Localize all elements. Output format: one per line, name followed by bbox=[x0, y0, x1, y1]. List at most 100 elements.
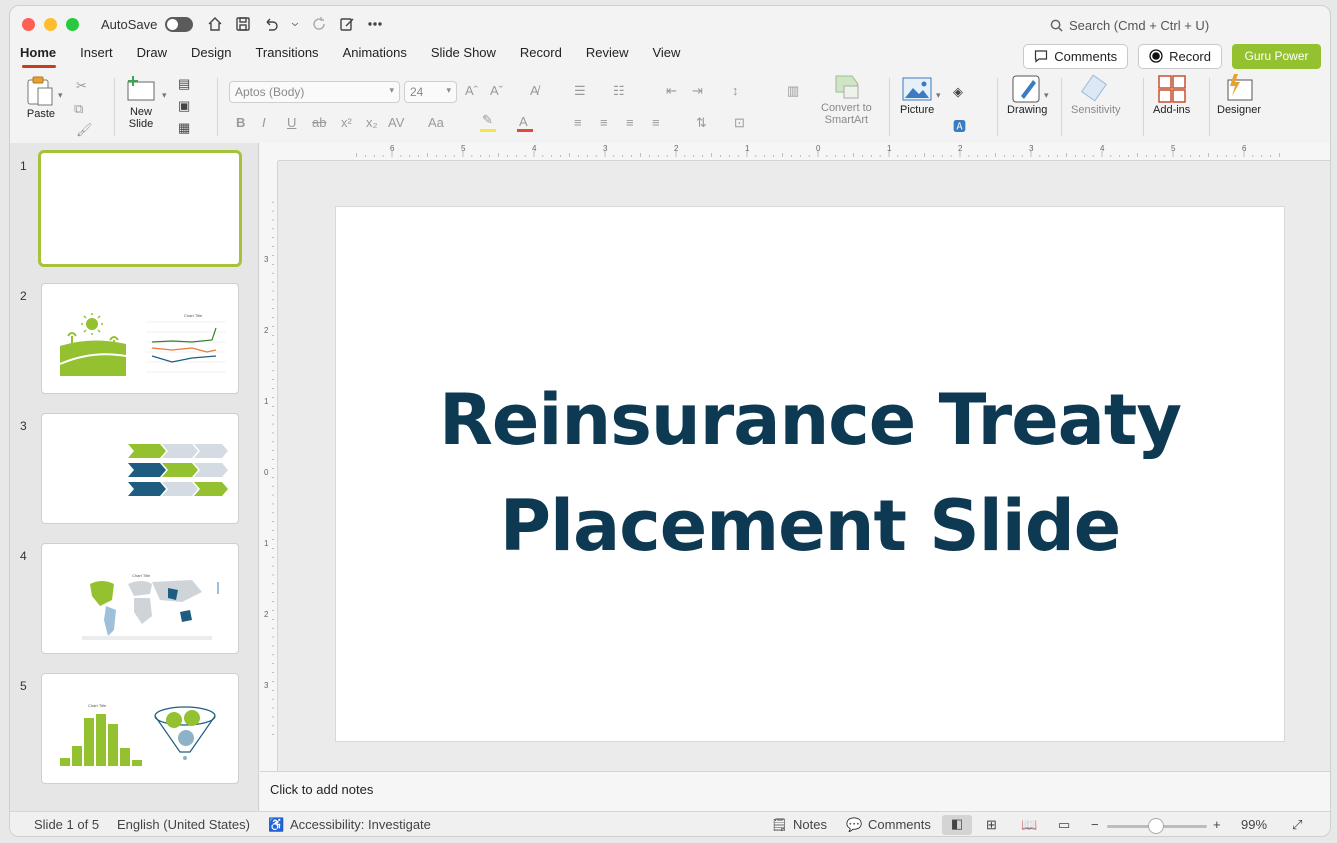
minimize-window-button[interactable] bbox=[44, 17, 57, 31]
clear-formatting-icon[interactable]: A̸ bbox=[530, 83, 539, 98]
add-ins-button[interactable]: Add-ins bbox=[1153, 74, 1190, 116]
justify-icon[interactable]: ≡ bbox=[652, 115, 660, 130]
normal-view-icon[interactable]: ◧ bbox=[942, 815, 972, 835]
line-spacing-icon[interactable]: ↕ bbox=[732, 83, 739, 98]
slideshow-icon[interactable]: ▭ bbox=[1058, 817, 1070, 833]
bold-icon[interactable]: B bbox=[236, 115, 245, 130]
designer-button[interactable]: Designer bbox=[1217, 74, 1261, 116]
comments-toggle-label[interactable]: Comments bbox=[868, 817, 931, 832]
align-left-icon[interactable]: ≡ bbox=[574, 115, 582, 130]
notes-toggle-label[interactable]: Notes bbox=[793, 817, 827, 832]
strikethrough-icon[interactable]: ab bbox=[312, 115, 326, 130]
bullets-icon[interactable]: ☰ bbox=[574, 83, 586, 99]
tab-design[interactable]: Design bbox=[179, 42, 243, 70]
accessibility-icon[interactable]: ♿ bbox=[268, 817, 284, 833]
font-size-field[interactable]: 24 ▾ bbox=[404, 81, 457, 103]
fit-to-window-icon[interactable]: ⤢ bbox=[1292, 817, 1302, 833]
decrease-indent-icon[interactable]: ⇤ bbox=[666, 83, 677, 99]
copy-icon[interactable]: ⧉ bbox=[74, 101, 83, 117]
slide-title[interactable]: Reinsurance Treaty Placement Slide bbox=[336, 367, 1284, 579]
align-right-icon[interactable]: ≡ bbox=[626, 115, 634, 130]
home-icon[interactable] bbox=[207, 16, 223, 32]
section-icon[interactable]: ▦ bbox=[178, 120, 190, 136]
comments-button[interactable]: Comments bbox=[1023, 43, 1129, 69]
character-spacing-icon[interactable]: AV bbox=[388, 115, 404, 130]
new-slide-button[interactable]: New Slide bbox=[125, 74, 157, 130]
tab-transitions[interactable]: Transitions bbox=[243, 42, 330, 70]
zoom-level[interactable]: 99% bbox=[1241, 817, 1267, 832]
underline-icon[interactable]: U bbox=[287, 115, 296, 130]
slide-thumbnails-pane[interactable]: 1 2 Chart Title 3 4 Chart Title 5 Chart … bbox=[10, 143, 259, 811]
zoom-window-button[interactable] bbox=[66, 17, 79, 31]
edit-icon[interactable] bbox=[339, 16, 355, 32]
redo-icon[interactable] bbox=[311, 16, 327, 32]
slide-number: 4 bbox=[20, 549, 27, 563]
tab-home[interactable]: Home bbox=[10, 42, 68, 70]
tab-view[interactable]: View bbox=[640, 42, 692, 70]
slide-thumbnail-5[interactable]: Chart Title bbox=[41, 673, 239, 784]
font-color-icon[interactable]: A bbox=[519, 114, 528, 129]
comments-toggle-icon[interactable]: 💬 bbox=[846, 817, 862, 833]
more-icon[interactable] bbox=[367, 16, 383, 32]
zoom-out-button[interactable]: − bbox=[1091, 817, 1099, 832]
slide-thumbnail-1[interactable] bbox=[38, 150, 242, 267]
drawing-button[interactable]: Drawing bbox=[1007, 74, 1047, 116]
paste-button[interactable]: Paste bbox=[24, 74, 58, 120]
tab-slide-show[interactable]: Slide Show bbox=[419, 42, 508, 70]
tab-insert[interactable]: Insert bbox=[68, 42, 125, 70]
font-name-field[interactable]: Aptos (Body) ▾ bbox=[229, 81, 400, 103]
cut-icon[interactable]: ✂ bbox=[76, 78, 87, 94]
slide-thumbnail-4[interactable]: Chart Title bbox=[41, 543, 239, 654]
shapes-icon[interactable]: ◈ bbox=[953, 84, 963, 100]
superscript-icon[interactable]: x² bbox=[341, 115, 352, 130]
accessibility-status[interactable]: Accessibility: Investigate bbox=[290, 817, 431, 832]
tab-draw[interactable]: Draw bbox=[125, 42, 179, 70]
increase-indent-icon[interactable]: ⇥ bbox=[692, 83, 703, 99]
picture-dropdown-icon[interactable]: ▾ bbox=[936, 90, 941, 101]
language-indicator[interactable]: English (United States) bbox=[117, 817, 250, 832]
text-box-icon[interactable]: 🅰 bbox=[953, 116, 966, 135]
save-icon[interactable] bbox=[235, 16, 251, 32]
slide-sorter-icon[interactable]: ⊞ bbox=[986, 817, 997, 833]
record-button[interactable]: Record bbox=[1138, 43, 1222, 69]
slide-thumbnail-2[interactable]: Chart Title bbox=[41, 283, 239, 394]
zoom-in-button[interactable]: + bbox=[1213, 817, 1221, 832]
guru-power-button[interactable]: Guru Power bbox=[1232, 43, 1321, 69]
paste-dropdown-icon[interactable]: ▾ bbox=[58, 90, 63, 101]
slide-thumbnail-3[interactable] bbox=[41, 413, 239, 524]
format-painter-icon[interactable]: 🖌 bbox=[76, 122, 93, 138]
subscript-icon[interactable]: x₂ bbox=[366, 115, 378, 130]
new-slide-dropdown-icon[interactable]: ▾ bbox=[162, 90, 167, 101]
undo-dropdown-icon[interactable] bbox=[291, 16, 299, 32]
vertical-ruler[interactable]: 3 2 1 0 1 2 3 bbox=[260, 161, 278, 771]
autosave-toggle[interactable] bbox=[165, 16, 194, 32]
search-box[interactable]: Search (Cmd + Ctrl + U) bbox=[1050, 18, 1209, 33]
reset-icon[interactable]: ▣ bbox=[178, 98, 190, 114]
text-direction-icon[interactable]: ⇅ bbox=[696, 115, 707, 131]
tab-record[interactable]: Record bbox=[508, 42, 574, 70]
align-center-icon[interactable]: ≡ bbox=[600, 115, 608, 130]
tab-animations[interactable]: Animations bbox=[331, 42, 419, 70]
change-case-icon[interactable]: Aa bbox=[428, 115, 444, 130]
zoom-slider-handle[interactable] bbox=[1148, 818, 1164, 834]
drawing-dropdown-icon[interactable]: ▾ bbox=[1044, 90, 1049, 101]
notes-toggle-icon[interactable]: 🗒 bbox=[771, 817, 788, 833]
columns-icon[interactable]: ▥ bbox=[787, 83, 799, 99]
sensitivity-button[interactable]: Sensitivity bbox=[1071, 74, 1121, 116]
undo-icon[interactable] bbox=[263, 16, 279, 32]
slide-canvas[interactable]: Reinsurance Treaty Placement Slide bbox=[336, 207, 1284, 741]
layout-icon[interactable]: ▤ bbox=[178, 76, 190, 92]
align-text-icon[interactable]: ⊡ bbox=[734, 115, 745, 131]
italic-icon[interactable]: I bbox=[262, 115, 266, 130]
convert-smartart-button[interactable]: Convert to SmartArt bbox=[821, 74, 872, 126]
highlight-icon[interactable]: ✎ bbox=[482, 112, 493, 128]
increase-font-icon[interactable]: Aˆ bbox=[465, 83, 478, 98]
tab-review[interactable]: Review bbox=[574, 42, 641, 70]
reading-view-icon[interactable]: 📖 bbox=[1021, 817, 1037, 833]
horizontal-ruler[interactable]: 6 5 4 3 2 1 0 1 2 3 4 5 6 bbox=[278, 143, 1330, 161]
picture-button[interactable]: Picture bbox=[900, 74, 934, 116]
decrease-font-icon[interactable]: Aˇ bbox=[490, 83, 503, 98]
numbering-icon[interactable]: ☷ bbox=[613, 83, 625, 99]
close-window-button[interactable] bbox=[22, 17, 35, 31]
notes-pane[interactable]: Click to add notes bbox=[260, 771, 1330, 811]
